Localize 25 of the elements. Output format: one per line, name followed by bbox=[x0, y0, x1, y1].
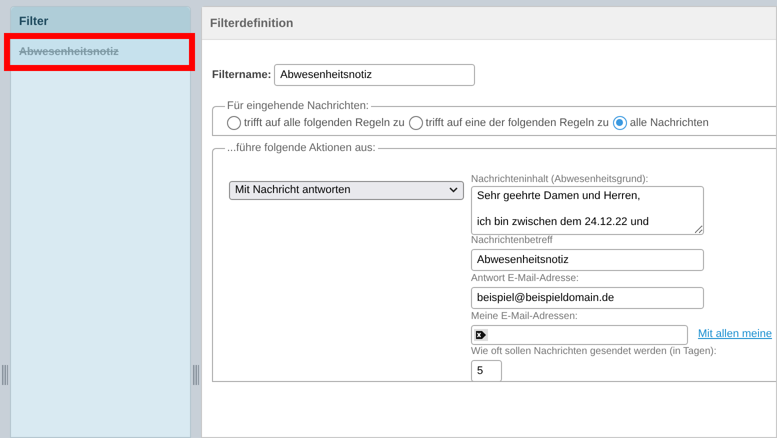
action-dropdown[interactable]: Mit Nachricht antworten bbox=[229, 180, 464, 200]
field-label: Antwort E-Mail-Adresse: bbox=[471, 272, 580, 284]
radio-option[interactable]: trifft auf eine der folgenden Regeln zu bbox=[408, 114, 609, 131]
message-textarea[interactable]: Sehr geehrte Damen und Herren, ich bin zwischen dem 24.12.22 und bbox=[471, 186, 704, 234]
input-field[interactable]: Abwesenheitsnotiz bbox=[274, 64, 476, 86]
input-field[interactable]: Abwesenheitsnotiz bbox=[471, 248, 704, 270]
field-label: Wie oft sollen Nachrichten gesendet werden (in Tagen): bbox=[471, 346, 718, 358]
resize-handle-icon[interactable] bbox=[193, 365, 199, 385]
chevron-down-icon bbox=[449, 187, 458, 193]
field-label: Filtername: bbox=[212, 68, 272, 83]
panel-title: Filterdefinition bbox=[202, 7, 776, 40]
field-label: Nachrichteninhalt (Abwesenheitsgrund): bbox=[471, 174, 650, 186]
fieldset-legend: Für eingehende Nachrichten: bbox=[225, 98, 371, 114]
tag-delete-icon[interactable] bbox=[474, 328, 488, 340]
radio-option[interactable]: trifft auf alle folgenden Regeln zu bbox=[227, 114, 405, 131]
field-label: Nachrichtenbetreff bbox=[471, 234, 554, 246]
all-addresses-link[interactable]: Mit allen meine bbox=[698, 326, 772, 343]
input-field[interactable]: 5 bbox=[471, 360, 502, 382]
fieldset-legend: ...führe folgende Aktionen aus: bbox=[225, 140, 378, 156]
input-field[interactable]: beispiel@beispieldomain.de bbox=[471, 286, 704, 308]
resize-handle-icon[interactable] bbox=[2, 365, 8, 385]
radio-option[interactable]: alle Nachrichten bbox=[612, 114, 709, 131]
field-label: Meine E-Mail-Adressen: bbox=[471, 310, 579, 322]
sidebar-title: Filter bbox=[11, 7, 190, 34]
address-field[interactable] bbox=[471, 324, 688, 344]
